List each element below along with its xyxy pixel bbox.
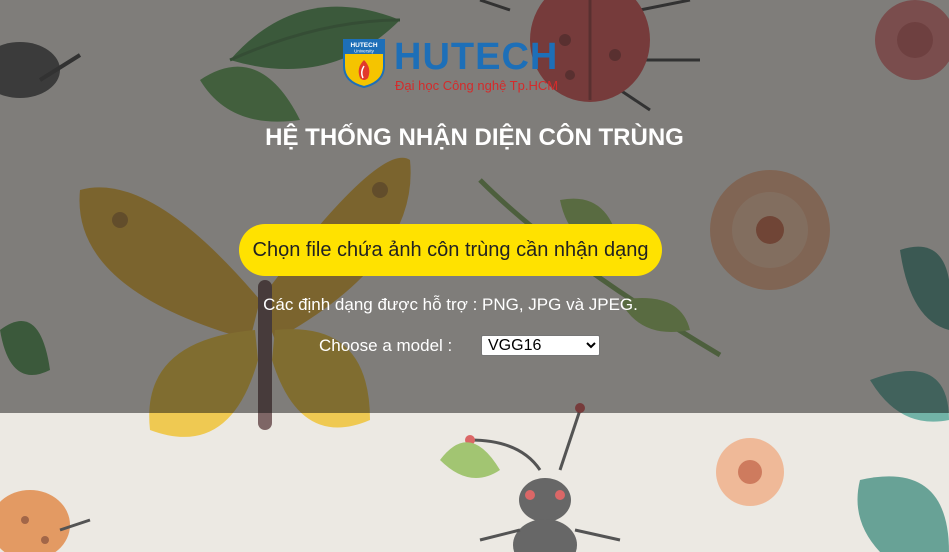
hutech-logo: HUTECH University HUTECH Đại học Công ng… (342, 36, 567, 94)
supported-formats-note: Các định dạng được hỗ trợ : PNG, JPG và … (263, 295, 638, 314)
lower-tint (0, 413, 949, 552)
logo-wordmark: HUTECH (394, 36, 559, 78)
logo-tagline: Đại học Công nghệ Tp.HCM (395, 78, 559, 93)
choose-file-button[interactable]: Chọn file chứa ảnh côn trùng cần nhận dạ… (239, 224, 662, 276)
model-select[interactable]: VGG16 (481, 335, 600, 356)
model-select-label: Choose a model : (319, 336, 453, 355)
shield-sublabel: University (354, 49, 375, 54)
hutech-shield-icon: HUTECH University (343, 39, 385, 88)
page-title: HỆ THỐNG NHẬN DIỆN CÔN TRÙNG (265, 124, 684, 151)
